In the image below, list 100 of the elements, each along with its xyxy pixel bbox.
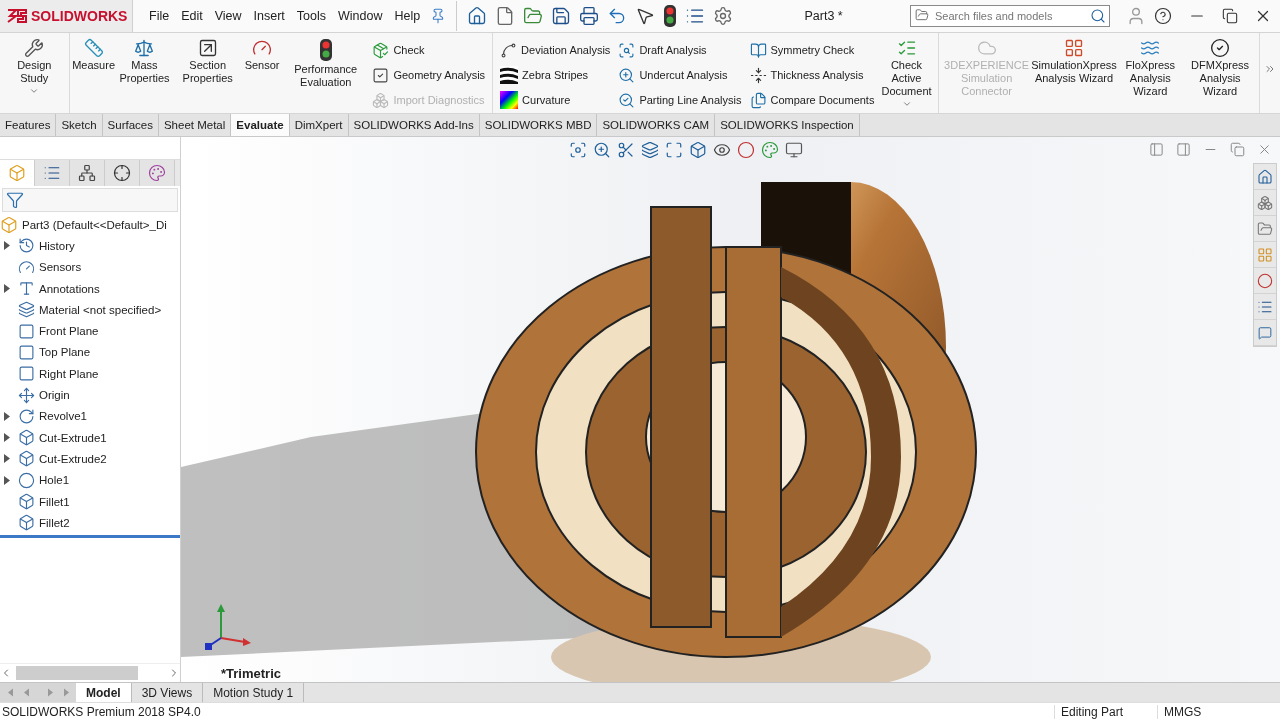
property-tab[interactable] xyxy=(35,160,70,186)
help-icon[interactable] xyxy=(1154,7,1172,25)
caret-icon xyxy=(29,86,40,96)
ribbon-button[interactable]: Section Properties xyxy=(175,37,241,86)
list-icon xyxy=(43,164,61,182)
ribbon-button[interactable]: Compare Documents xyxy=(749,89,875,111)
ribbon-button[interactable]: Deviation Analysis xyxy=(500,39,611,61)
ribbon-button[interactable]: Parting Line Analysis xyxy=(618,89,742,111)
eye-icon[interactable] xyxy=(713,141,731,159)
pointer-icon[interactable] xyxy=(635,6,656,26)
tree-item[interactable]: Material <not specified> xyxy=(39,303,162,316)
panel-left-icon[interactable] xyxy=(1149,142,1164,157)
traffic-light-icon xyxy=(318,38,333,62)
units-selector[interactable]: MMGS xyxy=(1157,704,1280,719)
logo-text: SOLIDWORKS xyxy=(31,8,128,24)
search-field[interactable]: Search files and models xyxy=(910,5,1110,27)
save-icon[interactable] xyxy=(551,6,572,26)
boxes-icon xyxy=(1257,194,1273,211)
wrench-icon xyxy=(24,38,45,58)
axes-icon xyxy=(18,386,35,404)
expand-arrow-icon[interactable] xyxy=(4,454,10,464)
caret-icon xyxy=(901,99,912,109)
curve-icon xyxy=(500,41,518,59)
tree-item[interactable]: Sensors xyxy=(39,261,82,274)
restore-icon[interactable] xyxy=(1222,8,1238,24)
menu-item[interactable]: Edit xyxy=(175,9,209,23)
menu-item[interactable]: Help xyxy=(388,9,427,23)
panel-right-icon[interactable] xyxy=(1176,142,1191,157)
expand-arrow-icon[interactable] xyxy=(4,475,10,485)
ribbon-button[interactable]: Check Active Document xyxy=(879,37,934,110)
filter-field[interactable] xyxy=(2,188,178,212)
expand-arrow-icon[interactable] xyxy=(4,241,10,251)
display-tab[interactable] xyxy=(140,160,175,186)
cube-icon[interactable] xyxy=(689,141,707,159)
status-text: SOLIDWORKS Premium 2018 SP4.0 xyxy=(1,704,202,719)
tab[interactable]: Evaluate xyxy=(231,114,290,136)
tree-item[interactable]: Top Plane xyxy=(39,346,91,359)
ribbon-button[interactable]: Thickness Analysis xyxy=(749,64,875,86)
ribbon-button[interactable]: Mass Properties xyxy=(115,37,174,86)
ribbon-button[interactable]: Undercut Analysis xyxy=(618,64,742,86)
tree-item[interactable]: Part3 (Default<<Default>_Di xyxy=(22,218,167,231)
filter-icon xyxy=(6,191,24,209)
printer-icon[interactable] xyxy=(579,6,600,26)
tree-item[interactable]: Cut-Extrude1 xyxy=(39,431,107,444)
ribbon-button[interactable]: Measure xyxy=(73,37,114,73)
tree-item[interactable]: Front Plane xyxy=(39,325,99,338)
dimxpert-tab[interactable] xyxy=(105,160,140,186)
tree-item[interactable]: Annotations xyxy=(39,282,100,295)
folder-icon[interactable] xyxy=(523,6,544,26)
ribbon-button[interactable]: Sensor xyxy=(242,37,283,73)
cube-icon xyxy=(18,493,35,510)
home-icon[interactable] xyxy=(467,6,488,26)
part-icon xyxy=(0,215,18,234)
zoom-fit-icon[interactable] xyxy=(569,141,587,159)
tree-item[interactable]: Cut-Extrude2 xyxy=(39,452,107,465)
ribbon-button[interactable]: Curvature xyxy=(500,89,611,111)
gradient-icon xyxy=(500,91,519,109)
search-icon[interactable] xyxy=(1090,8,1106,24)
ribbon-button[interactable]: DFMXpress Analysis Wizard xyxy=(1185,37,1255,99)
magnifier-icon xyxy=(618,91,636,109)
zoom-icon[interactable] xyxy=(593,141,611,159)
view-name: *Trimetric xyxy=(221,666,281,681)
menu-item[interactable]: View xyxy=(208,9,248,23)
ribbon-button[interactable]: Design Study xyxy=(4,37,65,97)
expand-arrow-icon[interactable] xyxy=(4,284,10,294)
window-title: Part3 * xyxy=(803,9,844,23)
menu-item[interactable]: Tools xyxy=(290,9,333,23)
menu-item[interactable]: File xyxy=(143,9,176,23)
scrollbar-thumb[interactable] xyxy=(16,666,138,680)
tree-item[interactable]: Fillet1 xyxy=(39,495,70,508)
ribbon-button[interactable]: Symmetry Check xyxy=(749,39,875,61)
ribbon-button[interactable]: Draft Analysis xyxy=(618,39,742,61)
ribbon-button[interactable]: Zebra Stripes xyxy=(500,64,611,86)
tree-item[interactable]: Hole1 xyxy=(39,474,70,487)
ribbon-button[interactable]: Check xyxy=(372,39,486,61)
traffic-light-icon xyxy=(663,4,678,28)
documents-icon xyxy=(749,91,767,109)
sphere-icon[interactable] xyxy=(737,141,755,159)
chevrons-right-icon[interactable] xyxy=(1264,63,1276,75)
tree-item[interactable]: History xyxy=(39,239,75,252)
configuration-tab[interactable] xyxy=(70,160,105,186)
menu-item[interactable]: Window xyxy=(332,9,389,23)
box-check-icon xyxy=(372,41,390,59)
ribbon-button[interactable]: FloXpress Analysis Wizard xyxy=(1117,37,1184,99)
check-circle-icon xyxy=(1210,38,1231,58)
expand-arrow-icon[interactable] xyxy=(4,433,10,443)
ribbon-button[interactable]: Performance Evaluation xyxy=(284,37,368,90)
menu-item[interactable]: Insert xyxy=(247,9,291,23)
grid-icon xyxy=(1064,38,1084,58)
expand-arrow-icon[interactable] xyxy=(4,411,10,421)
tree-item[interactable]: Fillet2 xyxy=(39,516,70,529)
tree-item[interactable]: Origin xyxy=(39,389,70,401)
tree-item[interactable]: Right Plane xyxy=(39,367,99,380)
status-text: Editing Part xyxy=(1054,704,1157,719)
monitor-icon[interactable] xyxy=(785,141,803,159)
ribbon-button[interactable]: SimulationXpress Analysis Wizard xyxy=(1032,37,1116,86)
settings-icon[interactable] xyxy=(713,6,734,26)
ribbon-button[interactable]: Geometry Analysis xyxy=(372,64,486,86)
tree-item[interactable]: Revolve1 xyxy=(39,410,87,423)
tab[interactable]: Model xyxy=(76,683,132,702)
